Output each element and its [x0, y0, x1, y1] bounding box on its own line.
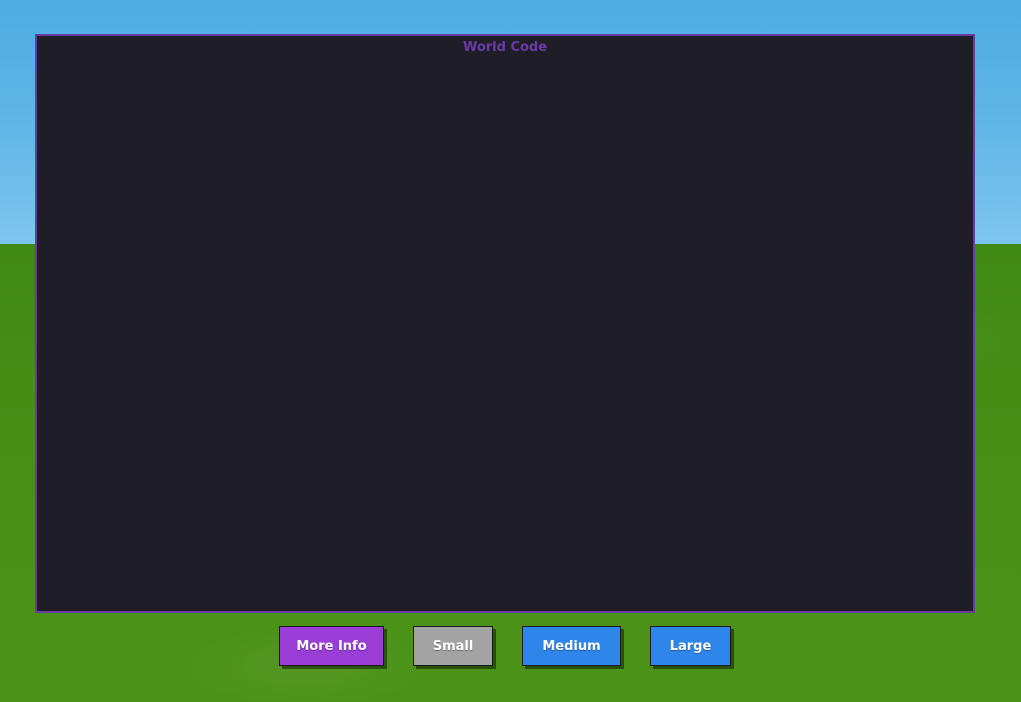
- game-scene: World Code More Info Small Medium Large: [0, 0, 1021, 702]
- panel-title: World Code: [462, 40, 548, 55]
- large-size-button[interactable]: Large: [650, 626, 731, 666]
- medium-size-button[interactable]: Medium: [522, 626, 621, 666]
- world-code-panel[interactable]: World Code: [35, 34, 975, 613]
- more-info-button[interactable]: More Info: [279, 626, 384, 666]
- small-size-button[interactable]: Small: [413, 626, 493, 666]
